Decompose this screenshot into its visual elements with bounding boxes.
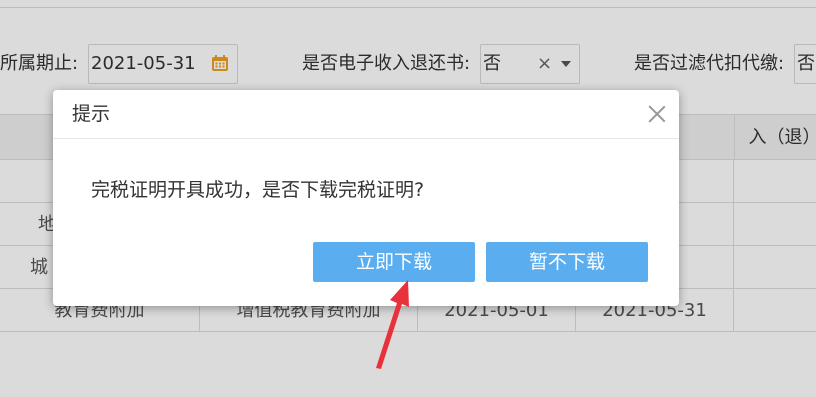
- close-icon[interactable]: [647, 104, 667, 124]
- dialog-header: 提示: [53, 90, 679, 139]
- red-arrow-icon: [376, 280, 409, 369]
- download-later-button[interactable]: 暂不下载: [486, 242, 648, 282]
- dialog-message: 完税证明开具成功，是否下载完税证明?: [91, 179, 425, 201]
- confirm-dialog: 提示 完税证明开具成功，是否下载完税证明? 立即下载 暂不下载: [53, 90, 679, 306]
- dialog-title: 提示: [72, 103, 111, 125]
